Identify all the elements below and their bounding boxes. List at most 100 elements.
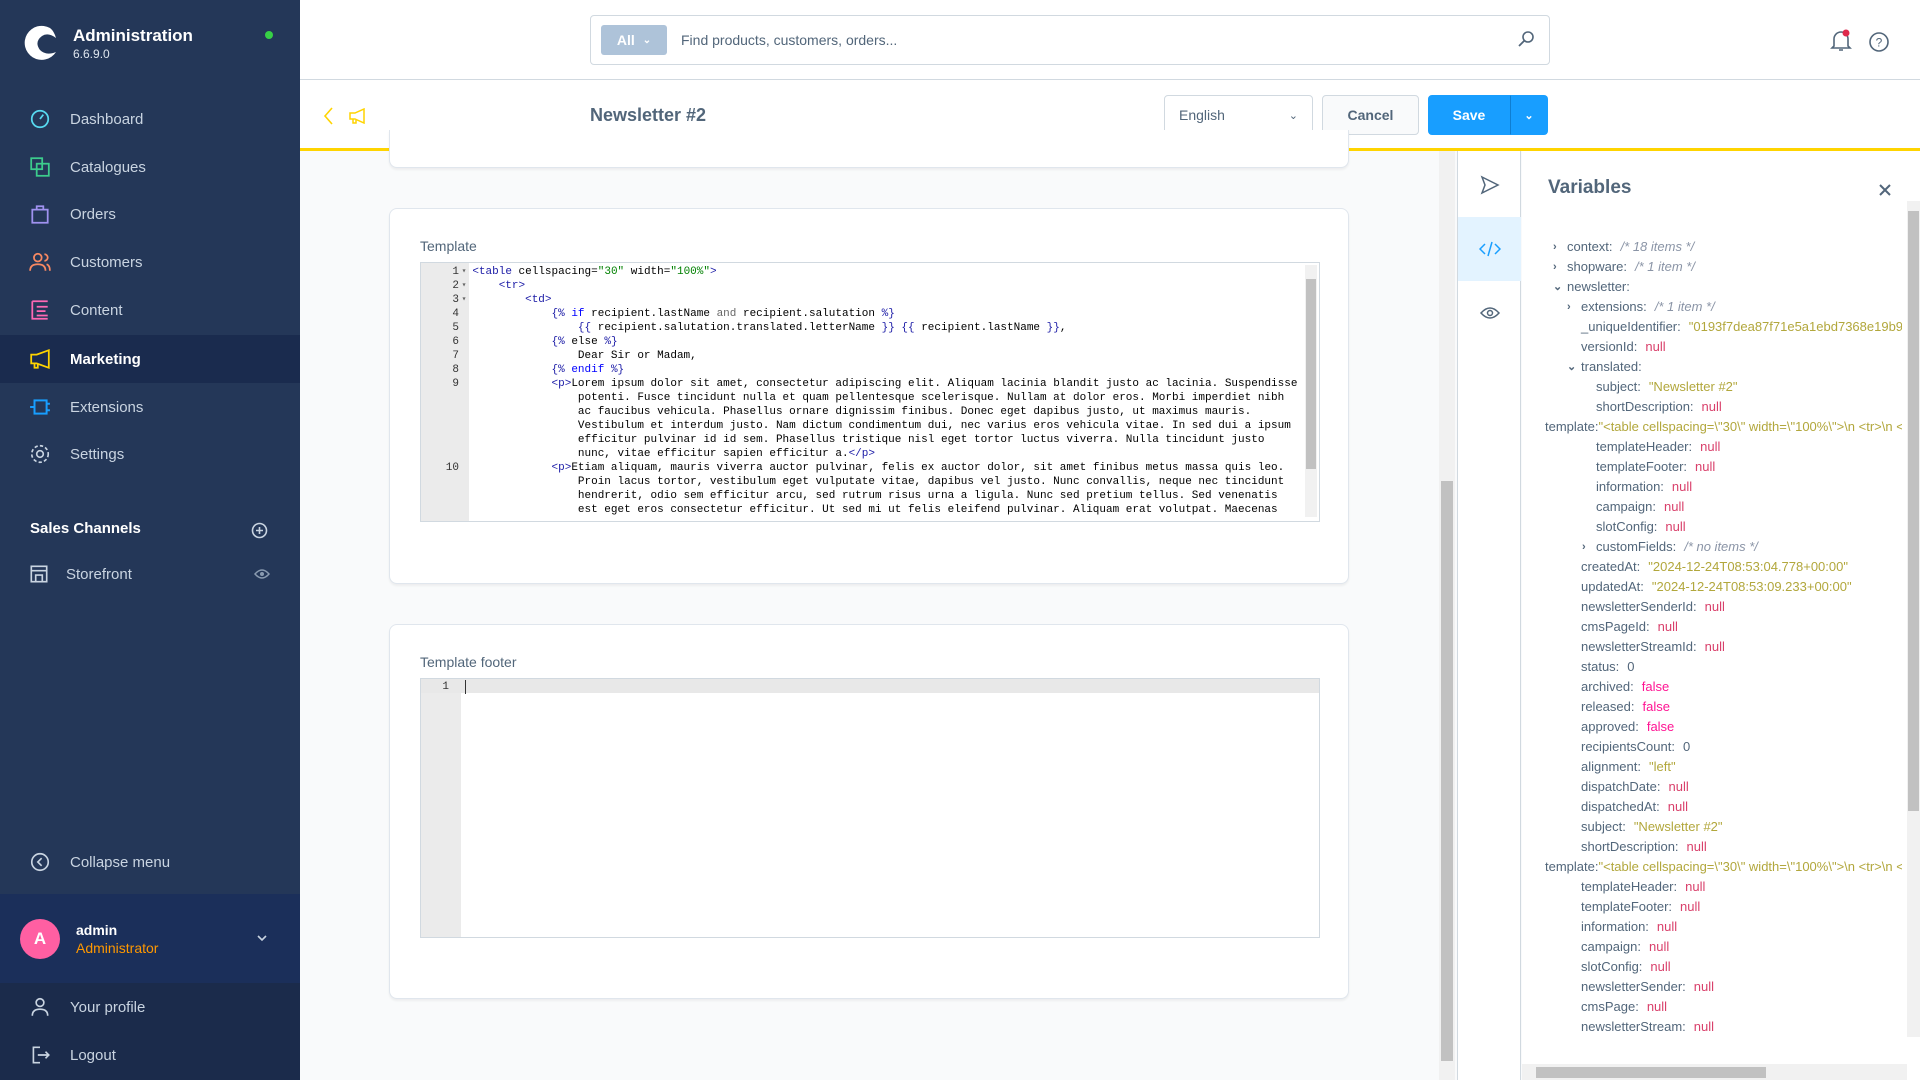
code-token: width= <box>624 266 671 278</box>
code-token: cellspacing= <box>518 266 598 278</box>
variables-panel: Variables › context: /* 18 items */ › shopwa… <box>1522 151 1920 1080</box>
fold-toggle-icon[interactable]: ▾ <box>459 265 469 279</box>
fold-toggle-icon <box>459 335 469 349</box>
variable-value: null <box>1668 779 1689 794</box>
line-number: 3 <box>452 294 459 306</box>
fold-toggle-icon <box>459 461 469 517</box>
chevron-down-icon[interactable] <box>256 934 268 942</box>
template-card: Template 1 ▾ <table cellspacing="30" width… <box>389 208 1349 584</box>
variable-row[interactable]: › shopware: /* 1 item */ <box>1553 257 1695 277</box>
user-menu[interactable]: A admin Administrator <box>0 894 300 983</box>
sales-channel-storefront[interactable]: Storefront <box>0 550 300 598</box>
save-options-dropdown[interactable]: ⌄ <box>1510 95 1548 135</box>
fold-toggle-icon <box>459 377 469 461</box>
variable-value: null <box>1695 459 1716 474</box>
sidebar-item-dashboard[interactable]: Dashboard <box>0 95 300 143</box>
dashboard-icon <box>30 109 50 129</box>
main-scrollbar[interactable] <box>1439 151 1455 1080</box>
variable-value: null <box>1663 499 1685 514</box>
variables-button[interactable] <box>1458 217 1521 281</box>
user-icon <box>31 997 49 1016</box>
sidebar-item-orders[interactable]: Orders <box>0 190 300 238</box>
code-token: recipient.lastName <box>921 322 1047 334</box>
variables-horizontal-scrollbar[interactable] <box>1522 1064 1907 1080</box>
variables-vertical-scrollbar[interactable] <box>1907 201 1920 1037</box>
save-button[interactable]: Save <box>1428 95 1510 135</box>
close-icon[interactable] <box>1878 183 1892 197</box>
variable-value: null <box>1686 839 1707 854</box>
line-number: 10 <box>445 462 459 474</box>
chevron-right-icon[interactable]: › <box>1582 537 1592 557</box>
variable-key: newsletterSender: <box>1581 979 1686 994</box>
variable-key: dispatchDate: <box>1581 779 1661 794</box>
chevron-down-icon[interactable]: ⌄ <box>1553 277 1563 297</box>
variable-key: shopware: <box>1567 259 1627 274</box>
chevron-down-icon[interactable]: ⌄ <box>1567 357 1577 377</box>
variable-row: shortDescription: null <box>1581 837 1707 857</box>
variable-key: templateFooter: <box>1596 459 1688 474</box>
sidebar-item-customers[interactable]: Customers <box>0 238 300 286</box>
preview-button[interactable] <box>1458 281 1521 345</box>
editor-scrollbar[interactable] <box>1305 265 1317 517</box>
variable-row: shortDescription: null <box>1596 397 1722 417</box>
sidebar-item-settings[interactable]: Settings <box>0 430 300 478</box>
variable-row: newsletterStream: null <box>1581 1017 1714 1037</box>
variable-value: null <box>1657 619 1678 634</box>
variable-row: templateHeader: null <box>1581 877 1705 897</box>
sales-channels-heading: Sales Channels <box>30 520 141 537</box>
megaphone-icon <box>30 348 50 370</box>
variable-value: null <box>1704 599 1725 614</box>
variable-row: archived: false <box>1581 677 1669 697</box>
template-code-editor[interactable]: 1 ▾ <table cellspacing="30" width="100%"> 2… <box>420 262 1320 522</box>
your-profile-link[interactable]: Your profile <box>0 983 300 1031</box>
fold-toggle-icon[interactable]: ▾ <box>459 279 469 293</box>
content-card <box>389 130 1349 168</box>
variable-value: null <box>1671 479 1693 494</box>
help-icon[interactable]: ? <box>1868 31 1890 53</box>
code-line: 3 ▾ <td> <box>421 293 1301 307</box>
variable-row[interactable]: ⌄ newsletter: <box>1553 277 1630 297</box>
search-input[interactable] <box>681 25 1481 55</box>
code-token: recipient.lastName <box>591 308 717 320</box>
search-icon[interactable] <box>1517 30 1535 48</box>
template-footer-code-editor[interactable]: 1 <box>420 678 1320 938</box>
fold-toggle-icon[interactable]: ▾ <box>459 293 469 307</box>
svg-text:?: ? <box>1876 36 1883 50</box>
search-filter-dropdown[interactable]: All ⌄ <box>601 25 667 55</box>
send-test-mail-button[interactable] <box>1458 153 1521 217</box>
notifications-bell-icon[interactable] <box>1830 29 1852 53</box>
line-number: 9 <box>452 378 459 390</box>
collapse-menu-button[interactable]: Collapse menu <box>0 838 300 886</box>
code-token: recipient.salutation <box>742 308 882 320</box>
chevron-right-icon[interactable]: › <box>1567 297 1577 317</box>
code-token: {{ <box>577 322 598 334</box>
variable-row[interactable]: › extensions: /* 1 item */ <box>1567 297 1715 317</box>
line-number: 6 <box>452 336 459 348</box>
chevron-right-icon[interactable]: › <box>1553 257 1563 277</box>
sidebar-item-content[interactable]: Content <box>0 286 300 334</box>
variable-row: updatedAt: "2024-12-24T08:53:09.233+00:00… <box>1581 577 1852 597</box>
logout-link[interactable]: Logout <box>0 1031 300 1079</box>
variable-key: versionId: <box>1581 339 1638 354</box>
variable-key: extensions: <box>1581 299 1647 314</box>
chevron-right-icon[interactable]: › <box>1553 237 1563 257</box>
cancel-button[interactable]: Cancel <box>1322 95 1419 135</box>
variable-row[interactable]: › customFields: /* no items */ <box>1582 537 1758 557</box>
variable-row: createdAt: "2024-12-24T08:53:04.778+00:00… <box>1581 557 1848 577</box>
code-token: > <box>709 266 717 278</box>
variable-row[interactable]: ⌄ translated: <box>1567 357 1642 377</box>
sidebar-item-marketing[interactable]: Marketing <box>0 335 300 383</box>
megaphone-icon <box>349 108 365 124</box>
language-select[interactable]: English ⌄ <box>1164 95 1313 135</box>
add-sales-channel-icon[interactable] <box>251 522 268 539</box>
eye-icon[interactable] <box>254 568 270 580</box>
status-indicator <box>265 31 273 39</box>
sidebar-item-extensions[interactable]: Extensions <box>0 383 300 431</box>
sidebar-item-label: Dashboard <box>70 110 144 128</box>
variable-row[interactable]: › context: /* 18 items */ <box>1553 237 1694 257</box>
sidebar-item-catalogues[interactable]: Catalogues <box>0 143 300 191</box>
variable-row: slotConfig: null <box>1596 517 1686 537</box>
sidebar-item-label: Customers <box>70 253 143 271</box>
app-title: Administration <box>73 26 193 45</box>
back-arrow-icon[interactable] <box>322 106 334 126</box>
